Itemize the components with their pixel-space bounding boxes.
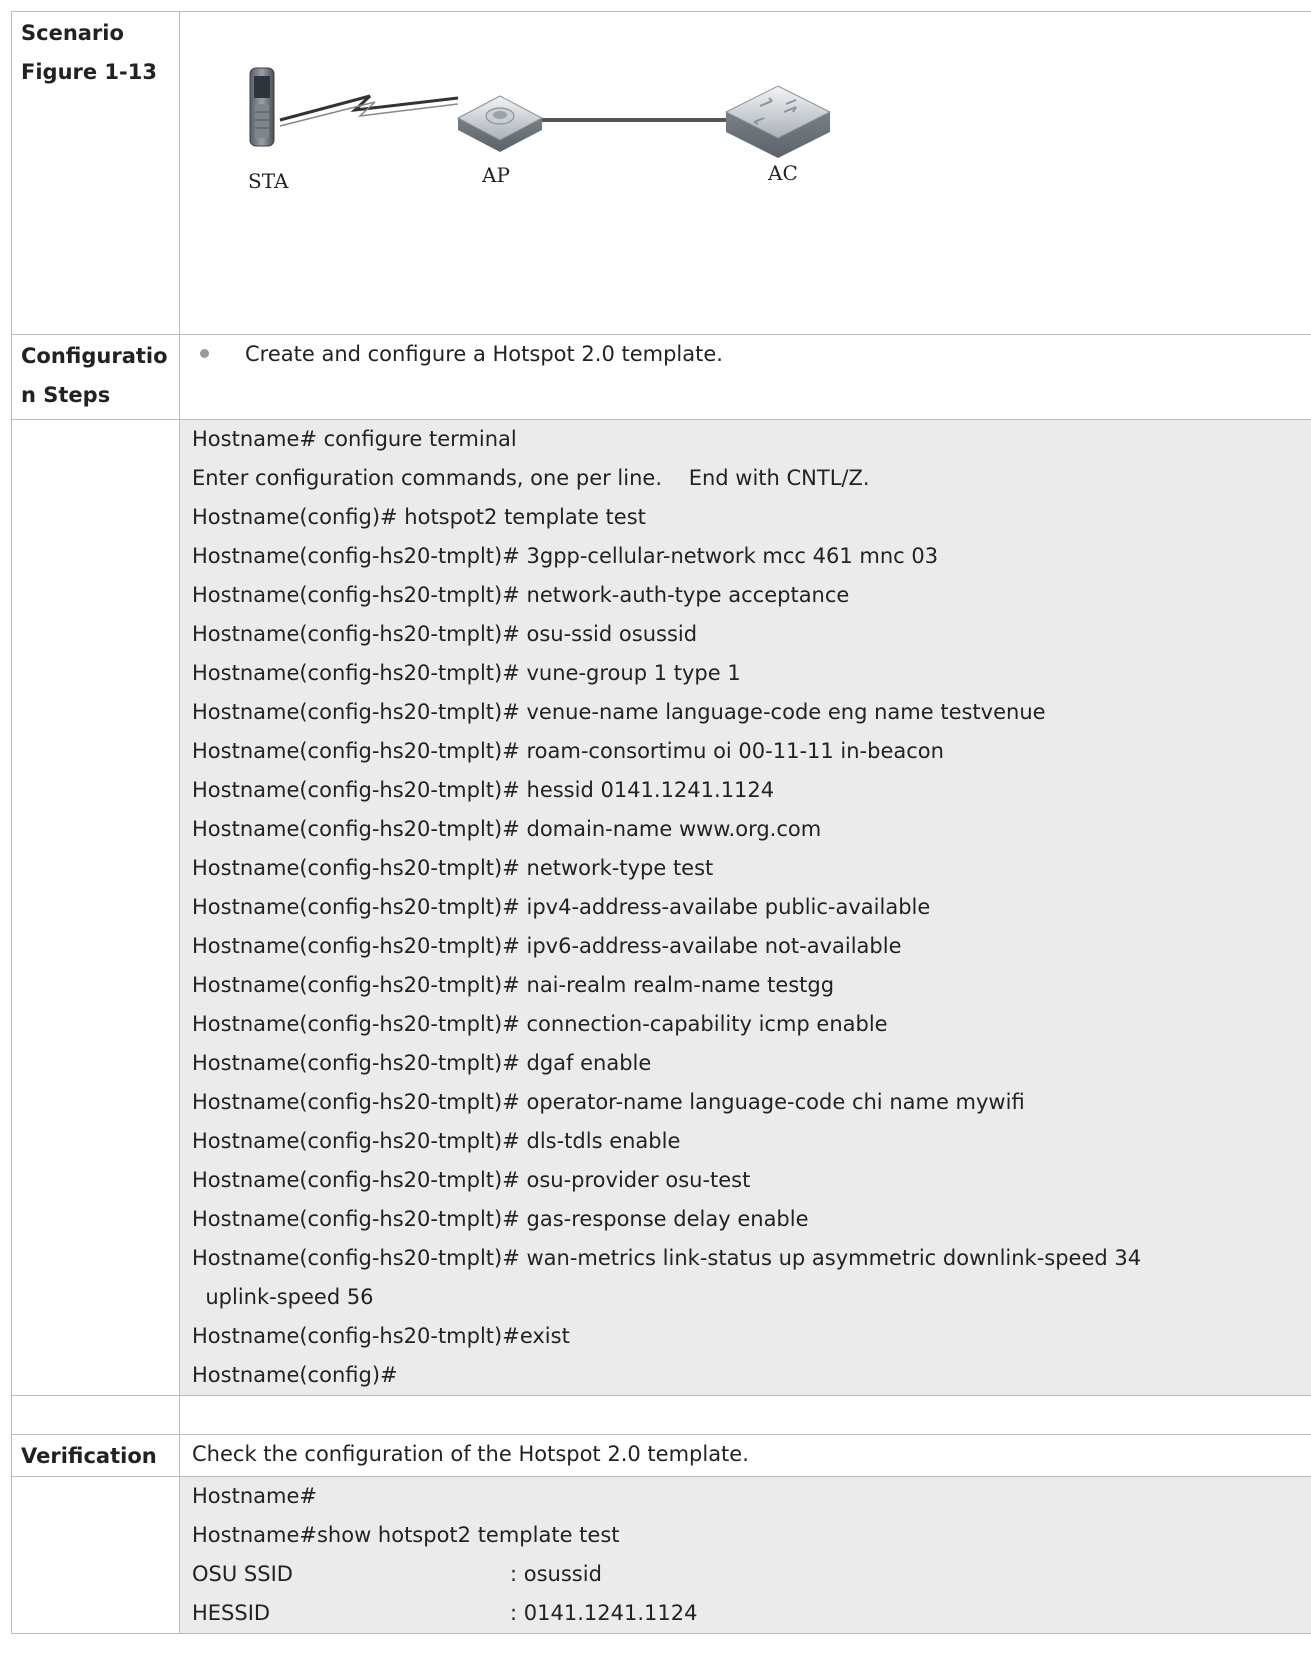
code-line: Hostname(config-hs20-tmplt)# domain-name…	[192, 817, 822, 841]
config-code-row: Hostname# configure terminal Enter config…	[11, 419, 1311, 1396]
code-line: Hostname#show hotspot2 template test	[192, 1523, 620, 1547]
code-line: Hostname(config-hs20-tmplt)# wan-metrics…	[192, 1246, 1142, 1270]
config-steps-label-line1: Configuratio	[21, 344, 168, 368]
sta-label: STA	[248, 169, 289, 193]
code-line: Hostname(config-hs20-tmplt)# operator-na…	[192, 1090, 1025, 1114]
verification-code-row: Hostname# Hostname#show hotspot2 templat…	[11, 1476, 1311, 1634]
scenario-row: Scenario Figure 1-13 STA AP AC	[11, 11, 1311, 335]
kv-line: HESSID : 0141.1241.1124	[192, 1594, 1311, 1633]
code-line: Hostname#	[192, 1484, 317, 1508]
phone-icon	[249, 67, 275, 147]
code-line: Hostname(config-hs20-tmplt)# dls-tdls en…	[192, 1129, 681, 1153]
verification-text: Check the configuration of the Hotspot 2…	[179, 1434, 1311, 1477]
network-topology-figure: STA AP AC	[179, 11, 1311, 335]
code-line: Enter configuration commands, one per li…	[192, 466, 870, 490]
bullet-item: Create and configure a Hotspot 2.0 templ…	[180, 335, 1311, 419]
ac-label: AC	[767, 161, 798, 185]
bullet-text: Create and configure a Hotspot 2.0 templ…	[245, 342, 723, 366]
config-steps-label-line2: n Steps	[21, 383, 111, 407]
code-line: Hostname(config-hs20-tmplt)# osu-provide…	[192, 1168, 751, 1192]
code-line: Hostname(config)#	[192, 1363, 398, 1387]
code-line: Hostname(config-hs20-tmplt)# 3gpp-cellul…	[192, 544, 939, 568]
scenario-label-cell: Scenario Figure 1-13	[11, 11, 180, 335]
document-table: Scenario Figure 1-13 STA AP AC Configura…	[11, 11, 1311, 1634]
code-line: Hostname(config-hs20-tmplt)# dgaf enable	[192, 1051, 652, 1075]
access-controller-icon	[724, 85, 832, 158]
empty-label-cell	[11, 1476, 180, 1634]
scenario-label: Scenario	[21, 21, 124, 45]
code-line: Hostname(config)# hotspot2 template test	[192, 505, 646, 529]
code-line: Hostname(config-hs20-tmplt)# connection-…	[192, 1012, 888, 1036]
code-line: Hostname(config-hs20-tmplt)# hessid 0141…	[192, 778, 775, 802]
kv-key: OSU SSID	[192, 1562, 293, 1586]
config-steps-label-cell: Configuratio n Steps	[11, 334, 180, 420]
verification-row: Verification Check the configuration of …	[11, 1434, 1311, 1477]
empty-label-cell	[11, 419, 180, 1396]
topology-diagram: STA AP AC	[248, 67, 832, 193]
ap-label: AP	[481, 163, 510, 187]
code-line: Hostname(config-hs20-tmplt)# nai-realm r…	[192, 973, 835, 997]
code-line: Hostname(config-hs20-tmplt)# osu-ssid os…	[192, 622, 698, 646]
code-line: Hostname(config-hs20-tmplt)# gas-respons…	[192, 1207, 809, 1231]
config-steps-row: Configuratio n Steps Create and configur…	[11, 334, 1311, 420]
kv-value: : 0141.1241.1124	[510, 1601, 698, 1625]
spacer-row	[11, 1395, 1311, 1435]
code-line: Hostname(config-hs20-tmplt)# network-typ…	[192, 856, 714, 880]
code-line: Hostname(config-hs20-tmplt)# ipv4-addres…	[192, 895, 931, 919]
kv-line: OSU SSID : osussid	[192, 1555, 1311, 1594]
figure-number: Figure 1-13	[21, 60, 157, 84]
code-line: Hostname(config-hs20-tmplt)# network-aut…	[192, 583, 850, 607]
code-line: Hostname(config-hs20-tmplt)# vune-group …	[192, 661, 741, 685]
spacer-content-cell	[179, 1395, 1311, 1435]
config-steps-content: Create and configure a Hotspot 2.0 templ…	[179, 334, 1311, 420]
code-line: uplink-speed 56	[192, 1285, 374, 1309]
kv-value: : osussid	[510, 1562, 602, 1586]
verification-code-block: Hostname# Hostname#show hotspot2 templat…	[179, 1476, 1311, 1634]
code-line: Hostname(config-hs20-tmplt)# venue-name …	[192, 700, 1046, 724]
kv-key: HESSID	[192, 1601, 271, 1625]
code-line: Hostname(config-hs20-tmplt)# ipv6-addres…	[192, 934, 902, 958]
config-code-lines: Hostname# configure terminal Enter config…	[180, 420, 1311, 1395]
code-line: Hostname(config-hs20-tmplt)# roam-consor…	[192, 739, 944, 763]
config-code-block: Hostname# configure terminal Enter config…	[179, 419, 1311, 1396]
access-point-icon	[456, 95, 544, 152]
verification-label: Verification	[11, 1434, 180, 1477]
bullet-icon	[200, 348, 209, 358]
code-line: Hostname# configure terminal	[192, 427, 517, 451]
spacer-label-cell	[11, 1395, 180, 1435]
code-line: Hostname(config-hs20-tmplt)#exist	[192, 1324, 570, 1348]
verification-code-lines: Hostname# Hostname#show hotspot2 templat…	[180, 1477, 1311, 1633]
